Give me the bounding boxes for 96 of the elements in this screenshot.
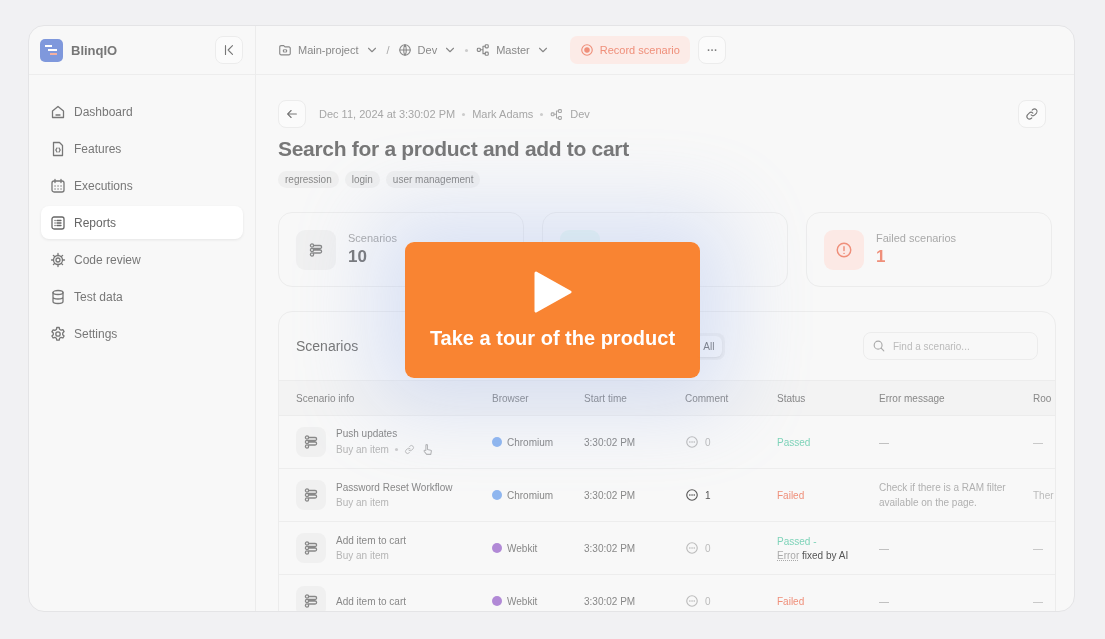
status-text: Passed -: [777, 535, 818, 547]
column-header: Comment: [685, 392, 730, 404]
scenario-name: Push updates: [336, 428, 399, 439]
section-title: Scenarios: [296, 338, 359, 354]
report-environment: Dev: [570, 108, 590, 120]
sidebar-item[interactable]: Reports: [41, 206, 243, 239]
play-icon: [533, 270, 572, 313]
branch-icon: [476, 43, 491, 57]
root-cause: —: [1033, 542, 1044, 554]
status-text: Passed: [777, 436, 811, 448]
flow-name: Buy an item: [336, 497, 389, 508]
comment-count: 1: [705, 489, 711, 501]
search-icon: [872, 339, 886, 353]
root-cause: Ther: [1033, 489, 1055, 501]
report-author: Mark Adams: [472, 108, 534, 120]
scenario-list-icon: [303, 540, 319, 556]
sidebar-item[interactable]: Test data: [41, 280, 243, 313]
scenario-list-icon: [308, 241, 324, 258]
error-message: Check if there is a RAM filter available on the page.: [879, 481, 1007, 510]
back-arrow-icon: [285, 107, 299, 121]
scenario-list-icon: [303, 593, 319, 609]
copy-link-button[interactable]: [1018, 100, 1046, 128]
start-time: 3:30:02 PM: [584, 542, 637, 554]
fix-note: fixed by AI: [802, 549, 849, 561]
search-field[interactable]: Find a scenario...: [863, 332, 1038, 360]
folder-code-icon: [278, 43, 292, 57]
stat-value: 1: [876, 247, 887, 267]
link-icon: [403, 444, 415, 455]
tour-label: Take a tour of the product: [429, 326, 676, 350]
collapse-sidebar-button[interactable]: [215, 36, 243, 64]
record-icon: [579, 43, 594, 57]
column-header: Browser: [492, 392, 530, 404]
report-date: Dec 11, 2024 at 3:30:02 PM: [319, 108, 456, 120]
logo-icon: [40, 38, 63, 62]
error-link[interactable]: Error: [777, 549, 800, 561]
scenario-name: Add item to cart: [336, 595, 407, 607]
branch-icon: [550, 107, 564, 121]
sidebar-item[interactable]: Features: [41, 132, 243, 165]
comment-icon: [685, 488, 699, 502]
status-text: Failed: [777, 489, 805, 501]
scenario-list-icon: [303, 487, 319, 503]
column-header: Roo: [1033, 392, 1053, 404]
flow-name: Buy an item: [336, 550, 389, 561]
column-header: Scenario info: [296, 392, 356, 404]
link-icon: [1025, 107, 1039, 121]
globe-icon: [397, 43, 412, 57]
scenario-name: Password Reset Workflow: [336, 482, 453, 493]
brand-name: BlinqIO: [71, 42, 119, 58]
error-message: —: [879, 541, 890, 556]
calendar-icon: [50, 177, 66, 194]
comment-icon: [685, 435, 699, 449]
stat-value: 10: [348, 247, 368, 267]
root-cause: —: [1033, 595, 1044, 607]
root-cause: —: [1033, 436, 1044, 448]
sidebar-item[interactable]: Code review: [41, 243, 243, 276]
tour-video-button[interactable]: Take a tour of the product: [405, 242, 700, 378]
scenario-name: Add item to cart: [336, 535, 407, 546]
gear-icon: [50, 251, 66, 268]
back-button[interactable]: [278, 100, 306, 128]
stat-label: Scenarios: [348, 232, 397, 244]
start-time: 3:30:02 PM: [584, 436, 637, 448]
branch-dropdown[interactable]: Master: [476, 43, 550, 57]
scenario-list-icon: [303, 434, 319, 450]
stat-label: Failed scenarios: [876, 232, 957, 244]
tag: regression: [278, 171, 339, 188]
flow-name: Buy an item: [336, 444, 389, 455]
database-icon: [50, 288, 66, 305]
tag: login: [344, 171, 380, 188]
error-message: —: [879, 435, 890, 450]
start-time: 3:30:02 PM: [584, 595, 637, 607]
report-title: Search for a product and add to cart: [278, 137, 630, 161]
breadcrumb-separator: /: [386, 44, 390, 56]
status-text: Failed: [777, 595, 805, 607]
sidebar-item[interactable]: Executions: [41, 169, 243, 202]
list-icon: [50, 214, 66, 231]
comment-icon: [685, 541, 699, 555]
environment-dropdown[interactable]: Dev: [397, 43, 458, 57]
browser-name: Webkit: [507, 595, 538, 607]
home-icon: [50, 103, 66, 120]
document-icon: [50, 140, 66, 157]
browser-name: Chromium: [507, 436, 554, 448]
project-dropdown[interactable]: Main-project: [278, 43, 379, 57]
error-message: —: [879, 594, 890, 609]
settings-icon: [50, 325, 66, 342]
collapse-icon: [222, 43, 236, 57]
column-header: Status: [777, 392, 807, 404]
browser-name: Webkit: [507, 542, 538, 554]
start-time: 3:30:02 PM: [584, 489, 637, 501]
column-header: Error message: [879, 392, 946, 404]
sidebar-item[interactable]: Settings: [41, 317, 243, 350]
column-header: Start time: [584, 392, 628, 404]
comment-icon: [685, 594, 699, 608]
browser-name: Chromium: [507, 489, 554, 501]
tag: user management: [385, 171, 481, 188]
alert-icon: [835, 240, 853, 259]
sidebar-item[interactable]: Dashboard: [41, 95, 243, 128]
